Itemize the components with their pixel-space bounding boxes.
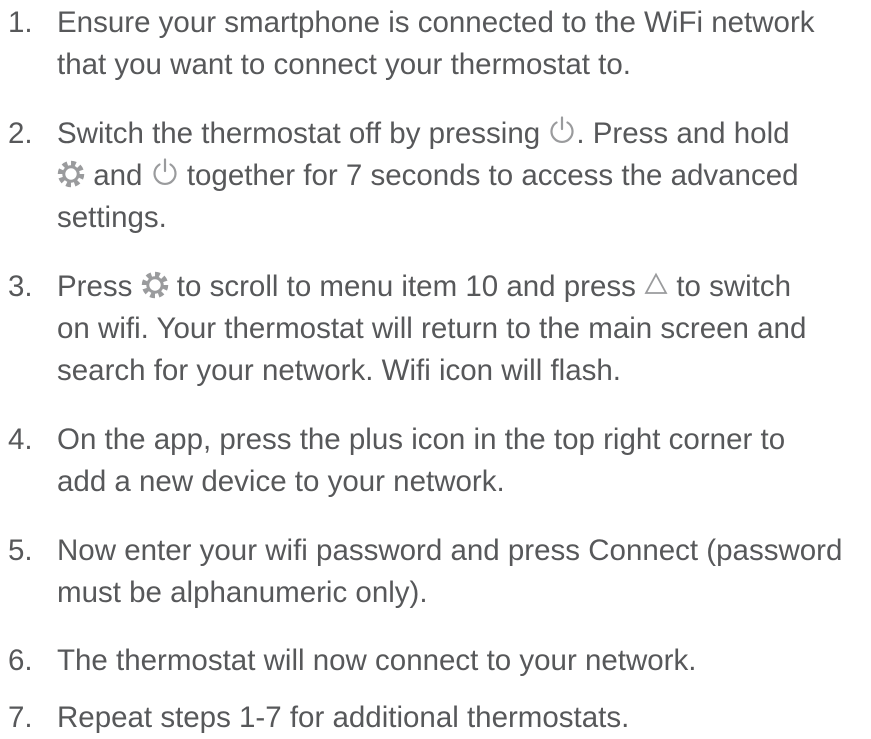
- power-icon: [151, 157, 179, 187]
- step-line: settings.: [57, 201, 167, 234]
- step-text-segment: and: [85, 159, 151, 192]
- settings-gear-icon: [57, 160, 85, 188]
- step-text: The thermostat will now connect to your …: [57, 640, 857, 682]
- step-text-segment: to scroll to menu item 10 and press: [168, 270, 645, 303]
- step-number: 2.: [8, 117, 33, 150]
- step-text-segment: Switch the thermostat off by pressing: [57, 117, 549, 150]
- up-triangle-icon: [644, 272, 668, 296]
- step-line: Switch the thermostat off by pressing . …: [57, 113, 857, 155]
- step-text-segment: Press: [57, 270, 141, 303]
- step-line: Ensure your smartphone is connected to t…: [57, 6, 815, 39]
- step-number: 1.: [8, 6, 33, 39]
- settings-gear-icon: [141, 271, 169, 299]
- step-number: 3.: [8, 270, 33, 303]
- step-text: Repeat steps 1-7 for additional thermost…: [57, 697, 857, 739]
- step-line: Now enter your wifi password and press C…: [57, 534, 843, 567]
- step-line: that you want to connect your thermostat…: [57, 48, 631, 81]
- step-line: search for your network. Wifi icon will …: [57, 354, 621, 387]
- step-number: 4.: [8, 423, 33, 456]
- step-line: Press to scroll to menu item 10 and pres…: [57, 266, 857, 308]
- step-line: The thermostat will now connect to your …: [57, 644, 697, 677]
- step-line: and together for 7 seconds to access the…: [57, 155, 857, 197]
- step-text-segment: together for 7 seconds to access the adv…: [178, 159, 799, 192]
- step-text-segment: . Press and hold: [576, 117, 790, 150]
- step-line: must be alphanumeric only).: [57, 576, 428, 609]
- step-text: Press to scroll to menu item 10 and pres…: [57, 266, 857, 392]
- step-line: on wifi. Your thermostat will return to …: [57, 312, 807, 345]
- step-line: add a new device to your network.: [57, 465, 505, 498]
- step-number: 6.: [8, 644, 33, 677]
- step-line: On the app, press the plus icon in the t…: [57, 423, 786, 456]
- step-text: Now enter your wifi password and press C…: [57, 530, 857, 614]
- step-text: On the app, press the plus icon in the t…: [57, 419, 857, 503]
- step-number: 7.: [8, 701, 33, 734]
- step-line: Repeat steps 1-7 for additional thermost…: [57, 701, 630, 734]
- step-text: Ensure your smartphone is connected to t…: [57, 2, 857, 86]
- step-text: Switch the thermostat off by pressing . …: [57, 113, 857, 239]
- step-text-segment: to switch: [668, 270, 792, 303]
- power-icon: [548, 115, 576, 145]
- step-number: 5.: [8, 534, 33, 567]
